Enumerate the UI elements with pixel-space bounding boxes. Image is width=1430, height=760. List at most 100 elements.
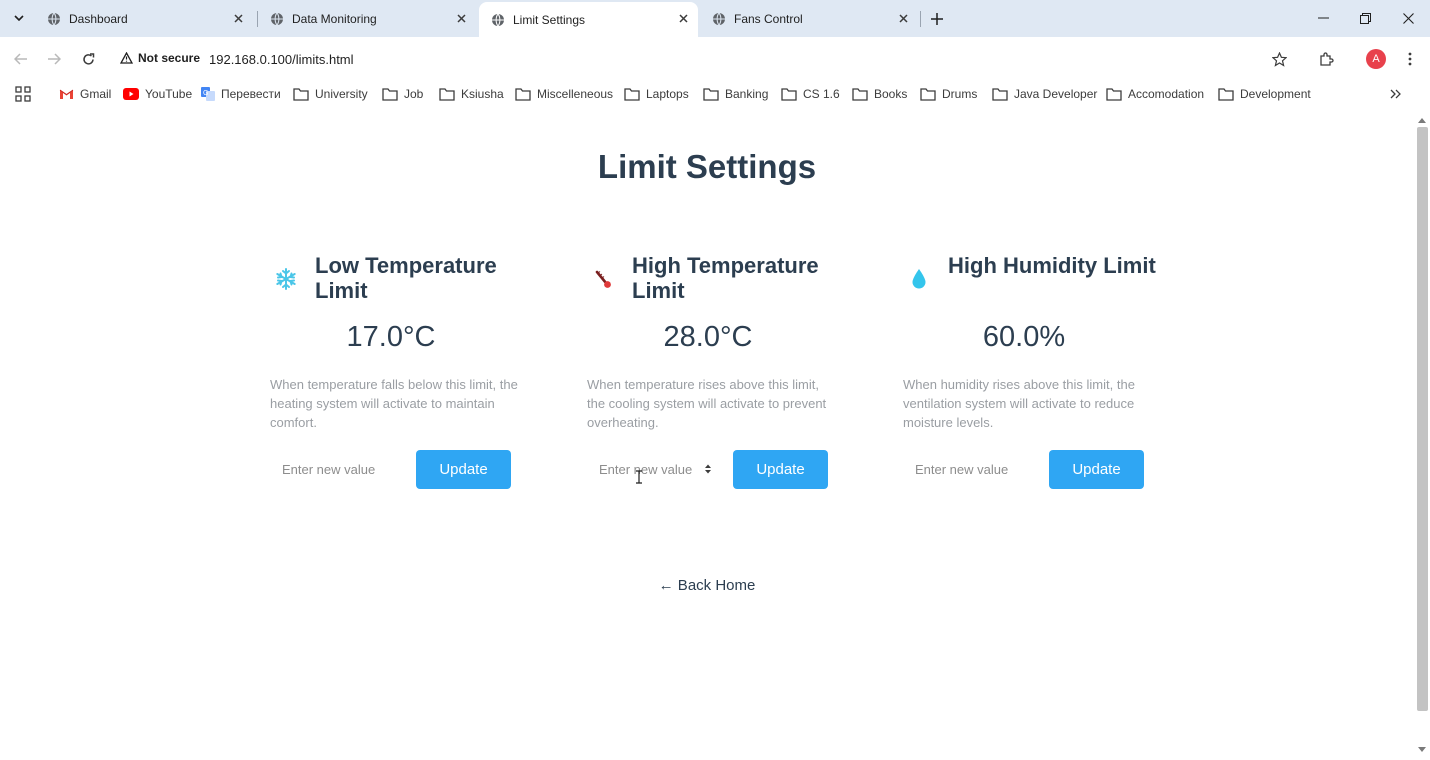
tab-separator xyxy=(920,11,921,27)
number-spinner-icon[interactable] xyxy=(704,463,712,475)
folder-icon xyxy=(920,87,936,101)
minimize-icon[interactable] xyxy=(1314,9,1332,27)
forward-arrow-icon[interactable] xyxy=(44,49,64,69)
profile-avatar[interactable]: A xyxy=(1366,49,1386,69)
bookmark-folder-university[interactable]: University xyxy=(293,85,368,103)
bookmark-folder-ksiusha[interactable]: Ksiusha xyxy=(439,85,504,103)
tab-strip: Dashboard Data Monitoring Limit Settings… xyxy=(0,0,1430,37)
low-temperature-input[interactable] xyxy=(270,449,405,489)
folder-icon xyxy=(1106,87,1122,101)
bookmark-folder-drums[interactable]: Drums xyxy=(920,85,977,103)
globe-icon xyxy=(713,12,725,25)
bookmark-star-icon[interactable] xyxy=(1269,49,1289,69)
bookmark-label: Miscelleneous xyxy=(537,87,614,101)
tab-search-chevron-icon[interactable] xyxy=(9,8,29,28)
folder-icon xyxy=(515,87,531,101)
high-humidity-card: High Humidity Limit 60.0% When humidity … xyxy=(903,253,1163,513)
tab-data-monitoring[interactable]: Data Monitoring xyxy=(258,0,476,37)
restore-icon[interactable] xyxy=(1356,9,1374,27)
gmail-icon xyxy=(59,89,74,99)
high-humidity-input[interactable] xyxy=(903,449,1038,489)
thermometer-icon xyxy=(595,270,611,288)
globe-icon xyxy=(48,12,60,25)
bookmark-label: Java Developer xyxy=(1014,87,1098,101)
more-menu-icon[interactable] xyxy=(1400,49,1420,69)
bookmark-folder-development[interactable]: Development xyxy=(1218,85,1311,103)
bookmark-label: CS 1.6 xyxy=(803,87,840,101)
bookmark-label: Перевести xyxy=(221,87,281,101)
bookmark-label: Laptops xyxy=(646,87,689,101)
bookmark-folder-banking[interactable]: Banking xyxy=(703,85,768,103)
scroll-up-arrow-icon[interactable] xyxy=(1418,117,1426,123)
bookmark-folder-laptops[interactable]: Laptops xyxy=(624,85,689,103)
youtube-icon xyxy=(123,88,139,100)
tab-title: Data Monitoring xyxy=(292,11,377,26)
tab-dashboard[interactable]: Dashboard xyxy=(35,0,253,37)
bookmark-folder-books[interactable]: Books xyxy=(852,85,907,103)
text-cursor-icon xyxy=(636,470,642,484)
security-label: Not secure xyxy=(138,51,201,65)
close-window-icon[interactable] xyxy=(1399,9,1417,27)
bookmark-label: Books xyxy=(874,87,908,101)
bookmark-folder-cs16[interactable]: CS 1.6 xyxy=(781,85,840,103)
new-tab-plus-icon[interactable] xyxy=(928,10,946,28)
bookmark-label: Development xyxy=(1240,87,1311,101)
bookmark-folder-accomodation[interactable]: Accomodation xyxy=(1106,85,1204,103)
update-high-humidity-button[interactable]: Update xyxy=(1049,450,1144,489)
warning-triangle-icon xyxy=(120,52,133,64)
bookmark-label: Drums xyxy=(942,87,978,101)
address-bar[interactable]: 192.168.0.100/limits.html xyxy=(209,52,354,67)
back-home-link[interactable]: ← Back Home xyxy=(0,577,1414,594)
droplet-icon xyxy=(912,269,926,289)
back-arrow-icon[interactable] xyxy=(11,49,31,69)
bookmark-label: Ksiusha xyxy=(461,87,504,101)
reload-icon[interactable] xyxy=(78,49,98,69)
snowflake-icon xyxy=(276,268,296,290)
card-title: High Humidity Limit xyxy=(948,253,1156,278)
folder-icon xyxy=(624,87,640,101)
page-viewport: Limit Settings Low Temperature Limit 17.… xyxy=(0,113,1414,760)
page-scrollbar[interactable] xyxy=(1414,113,1430,760)
bookmark-translate[interactable]: G Перевести xyxy=(201,85,281,103)
more-bookmarks-chevron-icon[interactable] xyxy=(1390,85,1408,103)
card-description: When humidity rises above this limit, th… xyxy=(903,377,1135,430)
scrollbar-thumb[interactable] xyxy=(1417,127,1428,711)
folder-icon xyxy=(852,87,868,101)
browser-toolbar: Not secure 192.168.0.100/limits.html xyxy=(0,37,1430,81)
bookmark-label: University xyxy=(315,87,368,101)
extensions-puzzle-icon[interactable] xyxy=(1317,49,1337,69)
bookmark-gmail[interactable]: Gmail xyxy=(59,85,111,103)
folder-icon xyxy=(439,87,455,101)
close-tab-icon[interactable] xyxy=(676,11,690,25)
current-limit-value: 28.0°C xyxy=(663,321,753,353)
current-limit-value: 60.0% xyxy=(982,321,1066,353)
close-tab-icon[interactable] xyxy=(231,11,245,25)
bookmark-label: Accomodation xyxy=(1128,87,1205,101)
bookmark-folder-miscelleneous[interactable]: Miscelleneous xyxy=(515,85,613,103)
tab-title: Limit Settings xyxy=(513,12,586,27)
apps-grid-icon[interactable] xyxy=(15,86,31,102)
bookmark-folder-java-developer[interactable]: Java Developer xyxy=(992,85,1097,103)
folder-icon xyxy=(992,87,1008,101)
page-title: Limit Settings xyxy=(597,148,817,185)
current-limit-value: 17.0°C xyxy=(346,321,436,353)
bookmark-youtube[interactable]: YouTube xyxy=(123,85,192,103)
card-description: When temperature rises above this limit,… xyxy=(587,377,827,430)
update-low-temperature-button[interactable]: Update xyxy=(416,450,511,489)
low-temperature-card: Low Temperature Limit 17.0°C When temper… xyxy=(270,253,530,513)
bookmark-label: Gmail xyxy=(80,87,112,101)
tab-limit-settings[interactable]: Limit Settings xyxy=(479,2,698,37)
update-high-temperature-button[interactable]: Update xyxy=(733,450,828,489)
scroll-down-arrow-icon[interactable] xyxy=(1418,747,1426,753)
close-tab-icon[interactable] xyxy=(896,11,910,25)
high-temperature-card: High Temperature Limit 28.0°C When tempe… xyxy=(587,253,847,513)
folder-icon xyxy=(1218,87,1234,101)
tab-fans-control[interactable]: Fans Control xyxy=(700,0,918,37)
security-indicator[interactable]: Not secure xyxy=(120,51,200,65)
svg-text:G: G xyxy=(203,90,208,97)
bookmark-folder-job[interactable]: Job xyxy=(382,85,423,103)
close-tab-icon[interactable] xyxy=(454,11,468,25)
high-temperature-input[interactable] xyxy=(587,449,722,489)
folder-icon xyxy=(382,87,398,101)
translate-icon: G xyxy=(201,87,215,101)
